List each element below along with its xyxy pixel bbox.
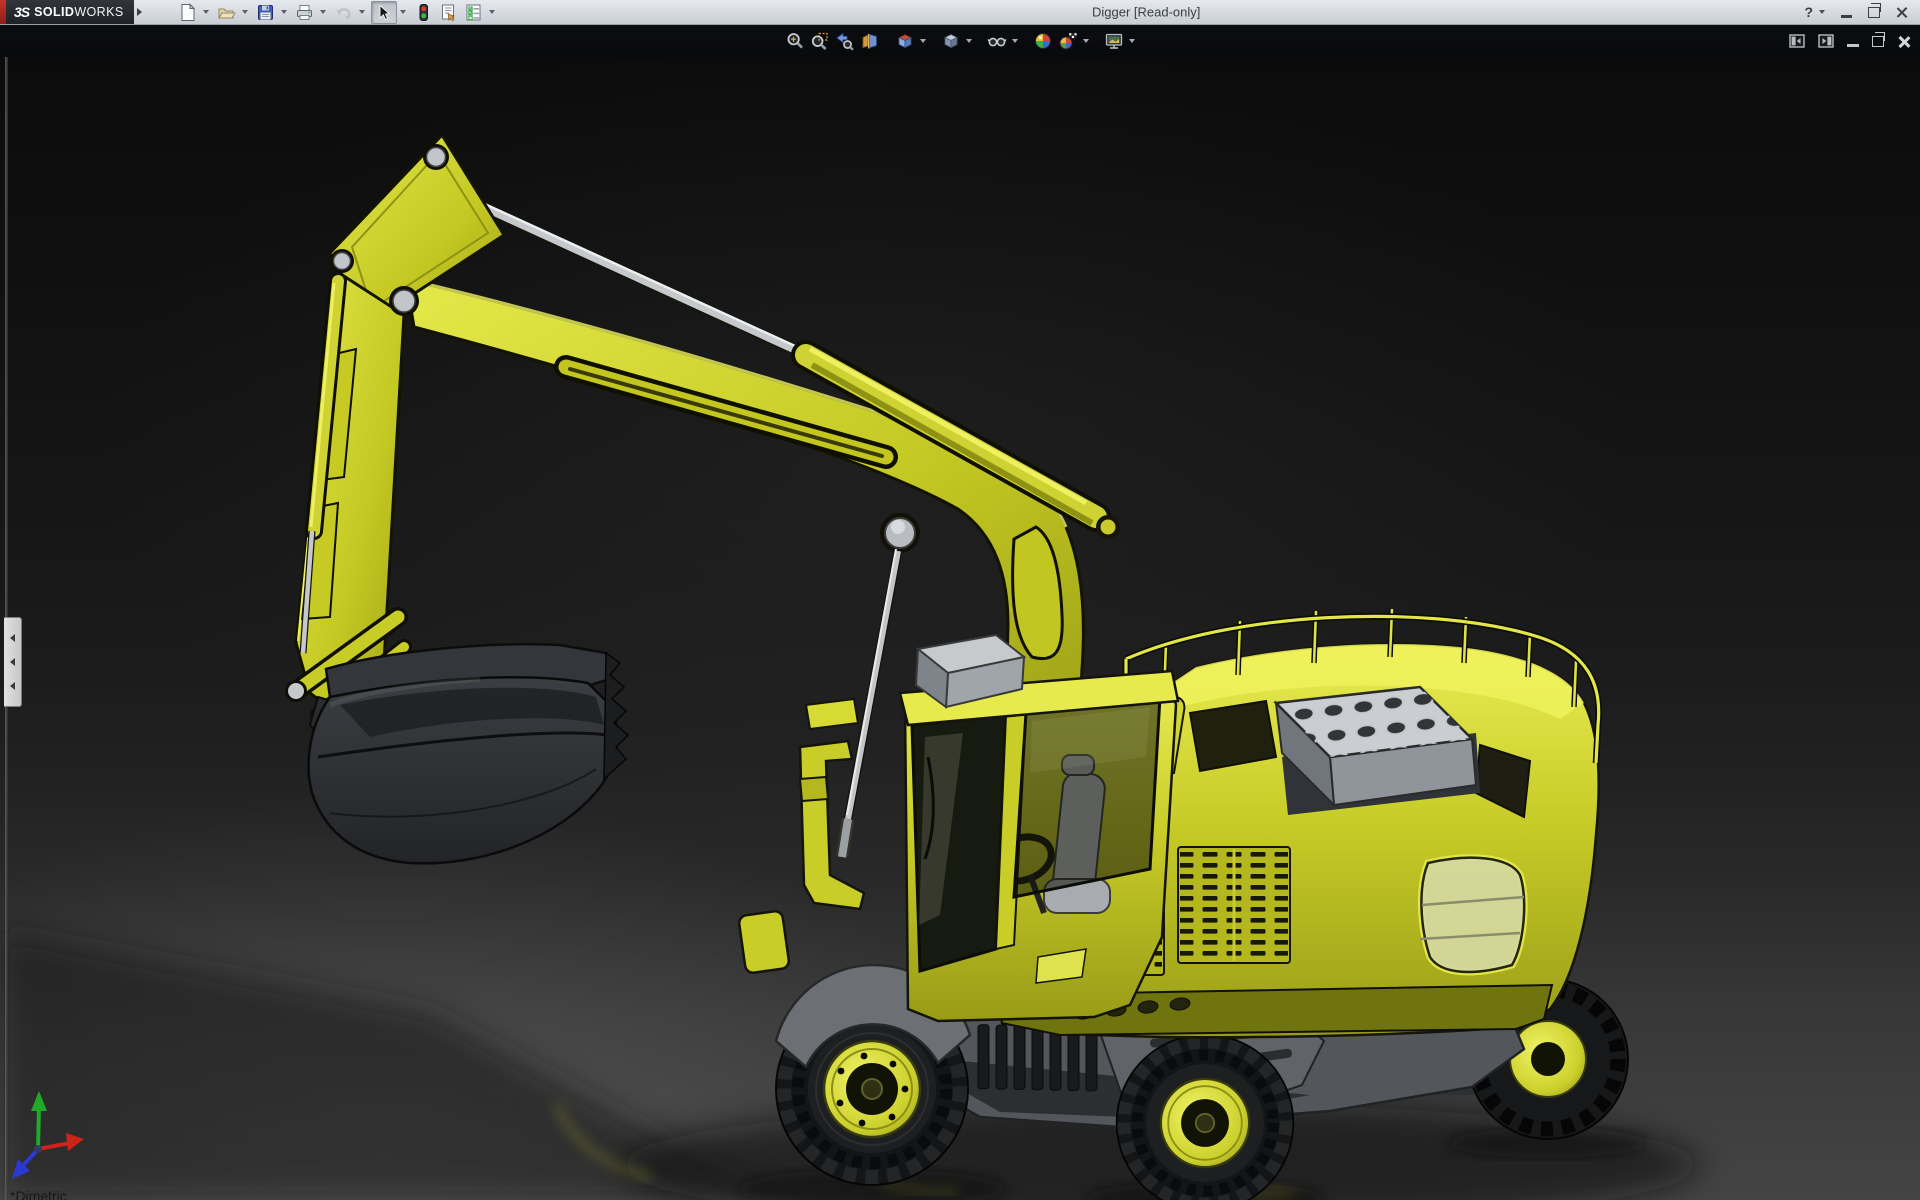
solidworks-wordmark: SOLIDWORKS [34, 5, 123, 19]
select-cursor-icon [374, 3, 393, 22]
options-icon [464, 3, 483, 22]
pane-left-toggle-icon[interactable] [1789, 34, 1805, 48]
section-view-button[interactable] [858, 28, 883, 54]
feature-manager-collapsed-tab[interactable] [4, 617, 22, 707]
doc-close-button[interactable] [1897, 35, 1910, 48]
display-style-button[interactable] [939, 28, 964, 54]
new-document-icon [178, 3, 197, 22]
zoom-to-fit-button[interactable] [783, 28, 808, 54]
print-icon [295, 3, 314, 22]
save-dropdown[interactable] [279, 2, 289, 23]
restore-button[interactable] [1868, 7, 1880, 18]
heads-up-view-toolbar [0, 25, 1920, 57]
standard-toolbar [176, 1, 500, 24]
undo-icon [334, 3, 353, 22]
select-button[interactable] [371, 1, 397, 24]
new-document-button[interactable] [176, 2, 200, 23]
hide-show-glasses-icon [987, 31, 1007, 51]
side-mirror-flap [738, 910, 790, 974]
apply-scene-icon [1058, 31, 1078, 51]
rebuild-button[interactable] [412, 2, 436, 23]
view-orientation-cube-icon [895, 31, 915, 51]
wheel-rear-left [1117, 1035, 1294, 1200]
title-bar: 3S SOLIDWORKS [0, 0, 1920, 25]
previous-view-button[interactable] [833, 28, 858, 54]
view-settings-dropdown[interactable] [1127, 28, 1138, 54]
hide-show-items-button[interactable] [985, 28, 1010, 54]
rear-window [1421, 858, 1524, 972]
3ds-logo-mark: 3S [14, 4, 29, 20]
new-document-dropdown[interactable] [201, 2, 211, 23]
expand-left-arrow-icon [10, 658, 15, 666]
close-button[interactable] [1896, 6, 1908, 18]
side-grille-right [1178, 847, 1290, 963]
save-button[interactable] [254, 2, 278, 23]
doc-minimize-button[interactable] [1847, 44, 1859, 47]
help-button[interactable]: ? [1804, 4, 1813, 20]
open-dropdown[interactable] [240, 2, 250, 23]
rebuild-traffic-light-icon [414, 3, 433, 22]
help-dropdown[interactable] [1819, 10, 1825, 14]
options-dropdown[interactable] [487, 2, 497, 23]
previous-view-icon [835, 31, 855, 51]
view-orientation-label: *Dimetric [10, 1188, 67, 1200]
menu-expand-arrow-icon[interactable] [137, 8, 142, 16]
view-orientation-dropdown[interactable] [918, 28, 929, 54]
print-dropdown[interactable] [318, 2, 328, 23]
zoom-to-area-icon [810, 31, 830, 51]
save-floppy-icon [256, 3, 275, 22]
zoom-to-area-button[interactable] [808, 28, 833, 54]
expand-left-arrow-icon [10, 682, 15, 690]
display-style-cube-icon [941, 31, 961, 51]
cab [738, 549, 1178, 1021]
boom-arm [406, 178, 1120, 709]
document-title: Digger [Read-only] [1092, 5, 1200, 20]
document-window-controls [1789, 25, 1910, 57]
apply-scene-dropdown[interactable] [1081, 28, 1092, 54]
undo-button[interactable] [332, 2, 356, 23]
zoom-to-fit-icon [785, 31, 805, 51]
section-view-icon [860, 31, 880, 51]
apply-scene-button[interactable] [1056, 28, 1081, 54]
file-properties-button[interactable] [437, 2, 461, 23]
pane-right-toggle-icon[interactable] [1818, 34, 1834, 48]
hide-show-items-dropdown[interactable] [1010, 28, 1021, 54]
solidworks-logo: 3S SOLIDWORKS [6, 0, 134, 24]
hud-group [783, 28, 883, 54]
digger-model-scene [0, 57, 1920, 1200]
view-settings-monitor-icon [1104, 31, 1124, 51]
edit-appearance-button[interactable] [1031, 28, 1056, 54]
view-orientation-button[interactable] [893, 28, 918, 54]
open-button[interactable] [215, 2, 239, 23]
options-button[interactable] [462, 2, 486, 23]
minimize-button[interactable] [1841, 15, 1852, 18]
edit-appearance-sphere-icon [1033, 31, 1053, 51]
bucket [309, 644, 628, 863]
file-properties-icon [439, 3, 458, 22]
view-settings-button[interactable] [1102, 28, 1127, 54]
undo-dropdown[interactable] [357, 2, 367, 23]
expand-left-arrow-icon [10, 634, 15, 642]
doc-restore-button[interactable] [1872, 36, 1884, 47]
select-dropdown[interactable] [398, 2, 408, 23]
app-window-controls: ? [1804, 4, 1920, 20]
open-folder-icon [217, 3, 236, 22]
display-style-dropdown[interactable] [964, 28, 975, 54]
graphics-area[interactable]: *Dimetric [0, 57, 1920, 1200]
print-button[interactable] [293, 2, 317, 23]
bucket-teeth [604, 653, 628, 779]
